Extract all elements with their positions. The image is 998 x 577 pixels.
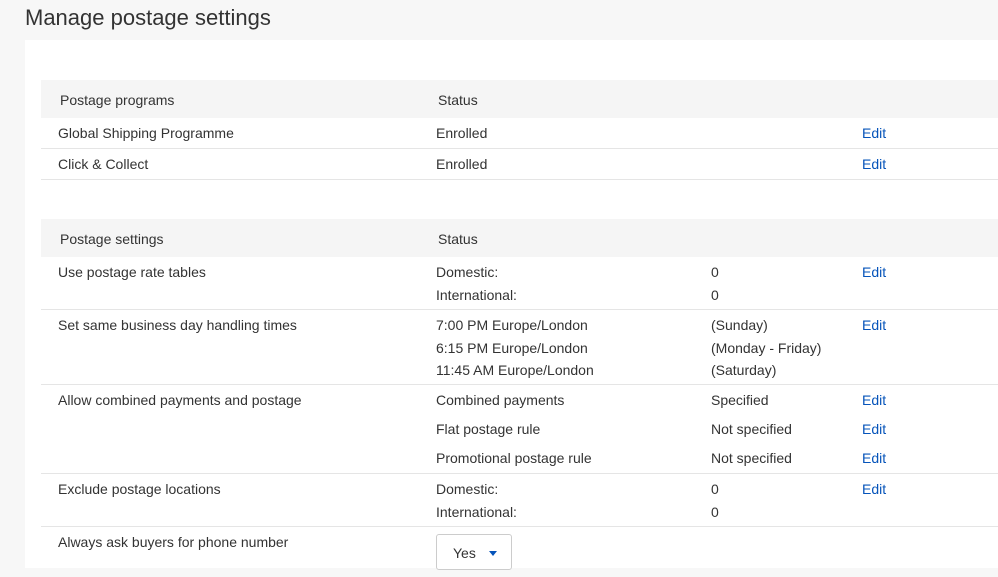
- combined-item-value: Not specified: [711, 450, 792, 466]
- column-header-status: Status: [438, 92, 478, 108]
- page-title: Manage postage settings: [25, 5, 271, 30]
- domestic-label: Domestic:: [436, 481, 499, 497]
- international-label: International:: [436, 287, 517, 303]
- settings-panel: Postage programs Status Global Shipping …: [25, 40, 998, 570]
- handling-time: 7:00 PM Europe/London: [436, 317, 588, 333]
- table-row: Click & Collect Enrolled Edit: [41, 149, 998, 180]
- setting-name: Use postage rate tables: [58, 264, 206, 280]
- handling-days: (Sunday): [711, 317, 768, 333]
- column-header-setting: Postage settings: [60, 231, 164, 247]
- combined-item-value: Not specified: [711, 421, 792, 437]
- combined-item-value: Specified: [711, 392, 769, 408]
- setting-name: Set same business day handling times: [58, 317, 297, 333]
- combined-item-label: Promotional postage rule: [436, 450, 592, 466]
- edit-exclude-locations-link[interactable]: Edit: [862, 481, 886, 497]
- table-row-combined-payments: Allow combined payments and postage Comb…: [41, 385, 998, 474]
- handling-days: (Saturday): [711, 362, 777, 378]
- caret-down-icon: [489, 551, 497, 556]
- edit-promotional-postage-link[interactable]: Edit: [862, 450, 886, 466]
- table-row-phone-number: Always ask buyers for phone number Yes: [41, 527, 998, 577]
- postage-settings-table: Postage settings Status Use postage rate…: [41, 219, 998, 577]
- setting-name: Allow combined payments and postage: [58, 392, 302, 408]
- table-row-exclude-locations: Exclude postage locations Domestic: 0 Ed…: [41, 474, 998, 527]
- program-status: Enrolled: [436, 125, 488, 141]
- domestic-value: 0: [711, 264, 719, 280]
- setting-name: Exclude postage locations: [58, 481, 221, 497]
- edit-click-collect-link[interactable]: Edit: [862, 156, 886, 172]
- international-value: 0: [711, 287, 719, 303]
- edit-handling-times-link[interactable]: Edit: [862, 317, 886, 333]
- program-name: Click & Collect: [58, 156, 149, 172]
- domestic-value: 0: [711, 481, 719, 497]
- selected-value: Yes: [453, 545, 476, 561]
- table-row: Global Shipping Programme Enrolled Edit: [41, 118, 998, 149]
- combined-item-label: Flat postage rule: [436, 421, 541, 437]
- edit-combined-payments-link[interactable]: Edit: [862, 392, 886, 408]
- handling-time: 6:15 PM Europe/London: [436, 340, 588, 356]
- setting-name: Always ask buyers for phone number: [58, 534, 289, 550]
- handling-days: (Monday - Friday): [711, 340, 822, 356]
- domestic-label: Domestic:: [436, 264, 499, 280]
- international-value: 0: [711, 504, 719, 520]
- international-label: International:: [436, 504, 517, 520]
- edit-global-shipping-link[interactable]: Edit: [862, 125, 886, 141]
- handling-time: 11:45 AM Europe/London: [436, 362, 594, 378]
- edit-rate-tables-link[interactable]: Edit: [862, 264, 886, 280]
- postage-programs-table: Postage programs Status Global Shipping …: [41, 80, 998, 180]
- table-row-rate-tables: Use postage rate tables Domestic: 0 Edit…: [41, 257, 998, 310]
- table-row-handling-times: Set same business day handling times 7:0…: [41, 310, 998, 385]
- combined-item-label: Combined payments: [436, 392, 565, 408]
- column-header-program: Postage programs: [60, 92, 175, 108]
- program-status: Enrolled: [436, 156, 488, 172]
- column-header-status: Status: [438, 231, 478, 247]
- table-header: Postage settings Status: [41, 219, 998, 257]
- phone-number-select[interactable]: Yes: [436, 534, 512, 570]
- table-header: Postage programs Status: [41, 80, 998, 118]
- edit-flat-postage-link[interactable]: Edit: [862, 421, 886, 437]
- program-name: Global Shipping Programme: [58, 125, 234, 141]
